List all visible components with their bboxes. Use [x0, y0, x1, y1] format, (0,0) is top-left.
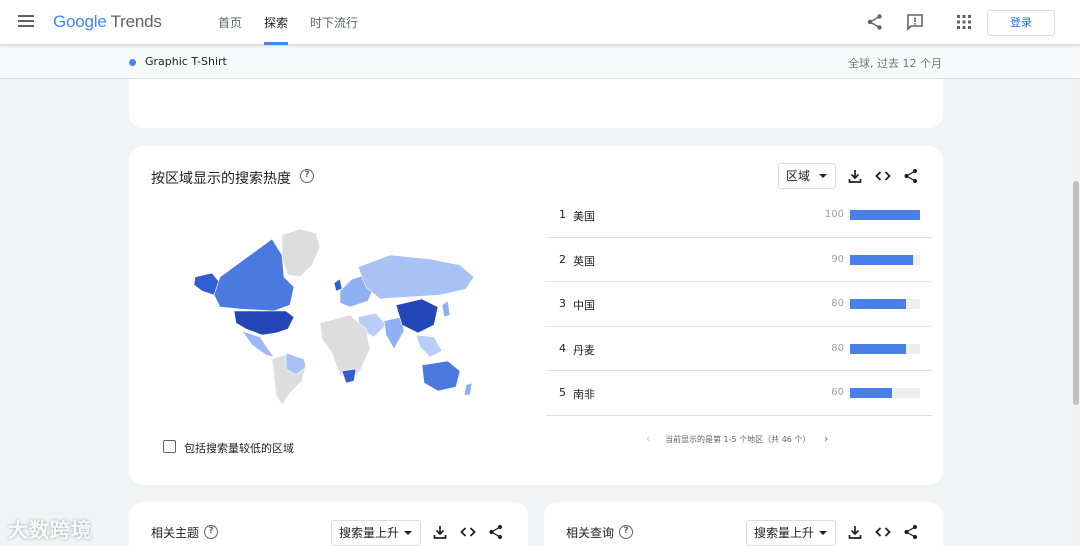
- map-region-south-africa[interactable]: [341, 368, 357, 384]
- feedback-icon[interactable]: [906, 13, 924, 31]
- page-scrollbar[interactable]: [1072, 79, 1080, 546]
- map-region-mexico[interactable]: [241, 330, 275, 358]
- list-item[interactable]: 5 南非 60: [546, 371, 932, 416]
- login-button[interactable]: 登录: [987, 10, 1055, 36]
- dropdown-label: 搜索量上升: [339, 526, 400, 540]
- value-bar-fill: [850, 254, 913, 265]
- region-value: 100: [824, 209, 844, 220]
- rank-number: 1: [559, 208, 566, 221]
- list-item[interactable]: 4 丹麦 80: [546, 327, 932, 372]
- term-scope: 全球, 过去 12 个月: [848, 57, 942, 70]
- apps-grid-icon[interactable]: [955, 13, 973, 31]
- caret-down-icon: [404, 531, 412, 535]
- dropdown-label: 搜索量上升: [754, 526, 815, 540]
- help-icon[interactable]: ?: [204, 525, 218, 539]
- help-icon[interactable]: ?: [300, 169, 314, 183]
- region-value: 60: [831, 387, 844, 399]
- value-bar-fill: [850, 388, 892, 399]
- region-name[interactable]: 南非: [573, 386, 595, 402]
- share-icon[interactable]: [903, 168, 919, 184]
- term-color-dot: [129, 59, 136, 66]
- pager-next-icon[interactable]: ›: [824, 432, 828, 445]
- value-bar-track: [850, 299, 920, 310]
- world-heat-map[interactable]: [190, 225, 480, 405]
- rank-number: 3: [559, 297, 566, 311]
- region-name[interactable]: 英国: [573, 253, 595, 269]
- map-region-greenland[interactable]: [281, 228, 321, 278]
- map-region-russia[interactable]: [357, 254, 475, 300]
- topics-sort-dropdown[interactable]: 搜索量上升: [331, 520, 421, 546]
- region-card-title: 按区域显示的搜索热度: [151, 171, 291, 187]
- search-term[interactable]: Graphic T-Shirt: [145, 55, 227, 68]
- value-bar-fill: [850, 299, 906, 310]
- map-region-australia[interactable]: [421, 360, 461, 392]
- rank-number: 2: [559, 252, 566, 266]
- watermark-logo: 大数跨境: [8, 518, 92, 542]
- caret-down-icon: [819, 531, 827, 535]
- map-region-southeast-asia[interactable]: [415, 334, 443, 358]
- logo-google: Google: [53, 12, 107, 31]
- region-value: 90: [831, 253, 844, 265]
- map-region-uk[interactable]: [333, 278, 343, 292]
- embed-code-icon[interactable]: [875, 524, 891, 540]
- rank-number: 4: [559, 341, 566, 355]
- low-volume-checkbox[interactable]: [163, 440, 176, 453]
- region-name[interactable]: 丹麦: [573, 342, 595, 358]
- pager-prev-icon[interactable]: ‹: [646, 432, 650, 445]
- value-bar-fill: [850, 210, 920, 220]
- share-icon[interactable]: [488, 524, 504, 540]
- tab-explore[interactable]: 探索: [264, 0, 289, 45]
- dropdown-label: 区域: [786, 169, 811, 183]
- list-item[interactable]: 1 美国 100: [546, 193, 932, 238]
- region-value: 80: [831, 298, 844, 310]
- embed-code-icon[interactable]: [460, 524, 476, 540]
- pager-status: 当前显示的是第 1-5 个地区（共 46 个）: [665, 435, 811, 444]
- map-region-new-zealand[interactable]: [463, 382, 473, 396]
- scrollbar-thumb[interactable]: [1073, 181, 1079, 405]
- tab-home[interactable]: 首页: [218, 0, 242, 45]
- caret-down-icon: [819, 174, 827, 178]
- search-term-bar: Graphic T-Shirt 全球, 过去 12 个月: [0, 45, 1080, 79]
- value-bar-track: [850, 343, 920, 354]
- value-bar-track: [850, 254, 920, 265]
- region-name[interactable]: 中国: [573, 297, 595, 313]
- value-bar-fill: [850, 343, 906, 354]
- share-icon[interactable]: [903, 524, 919, 540]
- region-value: 80: [831, 342, 844, 354]
- help-icon[interactable]: ?: [619, 525, 633, 539]
- tab-trending[interactable]: 时下流行: [310, 0, 358, 45]
- value-bar-track: [850, 388, 920, 399]
- embed-code-icon[interactable]: [875, 168, 891, 184]
- map-region-japan[interactable]: [441, 300, 451, 318]
- download-icon[interactable]: [847, 524, 863, 540]
- list-item[interactable]: 2 英国 90: [546, 238, 932, 283]
- list-item[interactable]: 3 中国 80: [546, 282, 932, 327]
- rank-number: 5: [559, 386, 566, 400]
- region-level-dropdown[interactable]: 区域: [778, 163, 836, 189]
- hamburger-menu-icon[interactable]: [18, 15, 34, 29]
- download-icon[interactable]: [847, 168, 863, 184]
- related-topics-title: 相关主题: [151, 526, 200, 540]
- main-nav: 首页 探索 时下流行: [218, 0, 380, 45]
- download-icon[interactable]: [432, 524, 448, 540]
- queries-sort-dropdown[interactable]: 搜索量上升: [746, 520, 836, 546]
- share-icon[interactable]: [866, 13, 884, 31]
- top-app-bar: Google Trends 首页 探索 时下流行 登录: [0, 0, 1080, 45]
- related-queries-title: 相关查询: [566, 526, 615, 540]
- value-bar-track: [850, 210, 920, 220]
- region-name[interactable]: 美国: [573, 208, 595, 224]
- logo-trends: Trends: [110, 12, 162, 31]
- region-ranking-list: 1 美国 100 2 英国 90 3 中国 80 4 丹麦 80 5 南非 60: [546, 193, 932, 416]
- google-trends-logo[interactable]: Google Trends: [53, 12, 162, 32]
- low-volume-label[interactable]: 包括搜索量较低的区域: [184, 440, 294, 456]
